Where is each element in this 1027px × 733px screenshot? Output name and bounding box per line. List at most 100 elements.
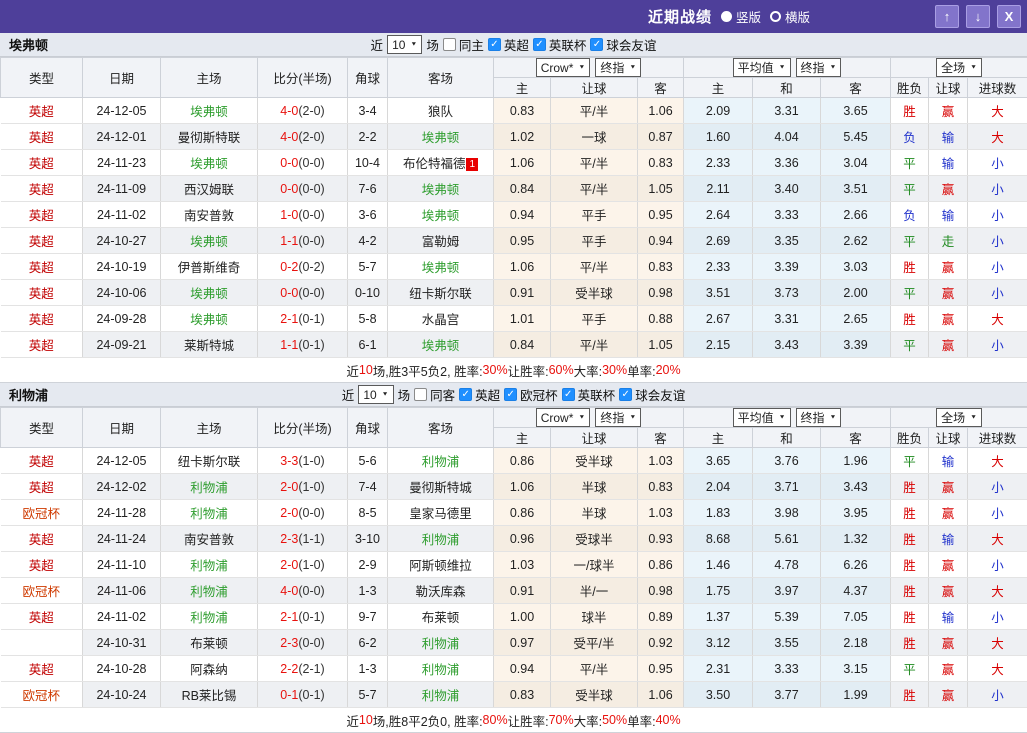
result-handicap: 赢	[928, 253, 969, 280]
avg-draw-odds: 3.31	[752, 305, 822, 332]
score-cell: 0-2(0-2)	[257, 253, 348, 280]
match-count-select[interactable]: 10 ▼	[387, 35, 423, 54]
europe-stage-select[interactable]: 终指 ▼	[795, 58, 842, 77]
avg-draw-odds: 3.71	[752, 473, 822, 500]
avg-draw-odds: 3.97	[752, 577, 822, 604]
radio-unselected-icon[interactable]	[770, 11, 782, 22]
half-time-score: (0-0)	[298, 285, 325, 300]
half-time-score: (0-1)	[298, 311, 325, 326]
league-filter[interactable]: 球会友谊	[590, 35, 657, 54]
league-checkbox[interactable]	[459, 388, 473, 401]
handicap-home-odds: 0.97	[493, 629, 551, 656]
corner-score: 9-7	[347, 603, 388, 630]
dropdown-caret-icon: ▼	[629, 64, 637, 71]
avg-draw-odds: 4.04	[752, 123, 822, 150]
match-scope-select[interactable]: 全场 ▼	[936, 408, 983, 427]
league-badge: 英超	[0, 655, 83, 682]
layout-option-vertical[interactable]: 竖版	[721, 7, 761, 26]
odds-group-dropdowns: 全场 ▼	[891, 58, 1027, 77]
europe-stage-select[interactable]: 终指 ▼	[795, 408, 842, 427]
result-outcome: 负	[890, 201, 930, 228]
close-icon: X	[1004, 9, 1014, 24]
move-down-button[interactable]: ↓	[966, 5, 990, 28]
avg-away-odds: 2.66	[820, 201, 892, 228]
same-venue-checkbox[interactable]	[442, 38, 456, 51]
avg-away-odds: 2.65	[820, 305, 892, 332]
handicap-line: 平/半	[550, 149, 638, 176]
radio-selected-icon[interactable]	[721, 11, 733, 22]
match-date: 24-10-19	[82, 253, 161, 280]
odds-group-dropdowns: Crow* ▼ 终指 ▼	[494, 408, 683, 427]
table-row: 英超 24-10-19 伊普斯维奇 0-2(0-2) 5-7 埃弗顿 1.06 平/半 0.83…	[0, 253, 1027, 280]
league-checkbox[interactable]	[561, 388, 575, 401]
close-button[interactable]: X	[997, 5, 1021, 28]
summary-segment: 场,胜3平5负2, 胜率:	[372, 364, 483, 379]
league-checkbox[interactable]	[590, 38, 604, 51]
league-filter[interactable]: 英超	[487, 35, 530, 54]
league-checkbox[interactable]	[619, 388, 633, 401]
result-outcome: 胜	[890, 551, 930, 578]
away-team: 布莱顿	[387, 603, 494, 630]
home-team: 利物浦	[160, 577, 258, 604]
home-team: 南安普敦	[160, 525, 258, 552]
league-label: 球会友谊	[635, 389, 686, 403]
summary-segment: 让胜率:	[507, 714, 549, 729]
avg-home-odds: 1.75	[683, 577, 754, 604]
bookmaker-select[interactable]: Crow* ▼	[535, 408, 591, 427]
avg-home-odds: 1.46	[683, 551, 754, 578]
league-checkbox[interactable]	[487, 38, 501, 51]
full-time-score: 0-0	[280, 155, 299, 170]
move-up-button[interactable]: ↑	[935, 5, 959, 28]
league-filter[interactable]: 欧冠杯	[504, 385, 559, 404]
handicap-stage-select[interactable]: 终指 ▼	[595, 408, 642, 427]
table-row: 欧冠杯 24-11-06 利物浦 4-0(0-0) 1-3 勒沃库森 0.91 半/一 0.98…	[0, 577, 1027, 604]
avg-away-odds: 3.65	[820, 97, 892, 124]
corner-score: 10-4	[347, 149, 388, 176]
titlebar-buttons: ↑ ↓ X	[935, 5, 1021, 28]
same-venue-filter[interactable]: 同主	[442, 35, 485, 54]
league-checkbox[interactable]	[504, 388, 518, 401]
match-date: 24-11-09	[82, 175, 161, 202]
col-header-type: 类型	[0, 57, 83, 98]
corner-score: 7-4	[347, 473, 388, 500]
dropdown-caret-icon: ▼	[829, 64, 837, 71]
avg-away-odds: 3.04	[820, 149, 892, 176]
record-summary: 近 10 场,胜3平5负2, 胜率: 30% 让胜率: 60% 大率: 30% 单率: 20…	[0, 358, 1027, 383]
result-handicap: 赢	[928, 499, 969, 526]
league-filter[interactable]: 球会友谊	[619, 385, 686, 404]
average-odds-select[interactable]: 平均值 ▼	[732, 58, 791, 77]
average-odds-select[interactable]: 平均值 ▼	[732, 408, 791, 427]
col-header-corner: 角球	[347, 407, 388, 448]
handicap-line: 受平/半	[550, 629, 638, 656]
same-venue-checkbox[interactable]	[414, 388, 428, 401]
half-time-score: (2-0)	[298, 129, 325, 144]
handicap-line: 一球	[550, 123, 638, 150]
match-scope-select[interactable]: 全场 ▼	[936, 58, 983, 77]
result-handicap: 走	[928, 227, 969, 254]
avg-away-odds: 3.15	[820, 655, 892, 682]
handicap-away-odds: 1.06	[637, 97, 685, 124]
league-label: 球会友谊	[606, 39, 657, 53]
bookmaker-select[interactable]: Crow* ▼	[535, 58, 591, 77]
filter-controls: 近10▼场 同客 英超 欧冠杯 英联杯 球会友谊	[341, 385, 686, 404]
odds-group-header: 平均值 ▼ 终指 ▼	[683, 57, 892, 78]
dropdown-caret-icon: ▼	[381, 391, 389, 398]
league-filter[interactable]: 英联杯	[532, 35, 588, 54]
away-team: 富勒姆	[387, 227, 494, 254]
league-checkbox[interactable]	[532, 38, 546, 51]
match-date: 24-11-02	[82, 201, 161, 228]
handicap-line: 半球	[550, 473, 638, 500]
summary-segment: 大率:	[573, 714, 603, 729]
sub-header-outcome: 胜负	[890, 427, 930, 448]
league-filter[interactable]: 英超	[459, 385, 501, 404]
handicap-away-odds: 1.06	[637, 681, 685, 708]
handicap-stage-select[interactable]: 终指 ▼	[595, 58, 642, 77]
layout-option-horizontal[interactable]: 横版	[770, 7, 810, 26]
handicap-home-odds: 1.06	[493, 149, 551, 176]
match-count-select[interactable]: 10 ▼	[358, 385, 394, 404]
same-venue-filter[interactable]: 同客	[414, 385, 456, 404]
col-header-away: 客场	[387, 407, 494, 448]
handicap-away-odds: 0.88	[637, 305, 685, 332]
home-team: 布莱顿	[160, 629, 258, 656]
league-filter[interactable]: 英联杯	[561, 385, 617, 404]
